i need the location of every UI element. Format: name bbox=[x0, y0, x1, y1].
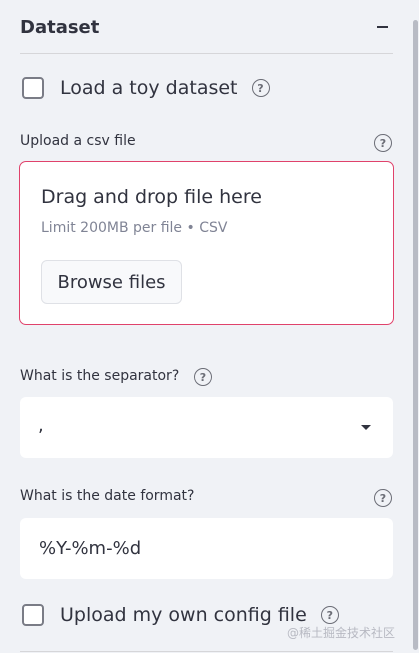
upload-help-icon[interactable]: ? bbox=[374, 134, 392, 152]
separator-label: What is the separator? bbox=[20, 368, 180, 384]
toy-dataset-label: Load a toy dataset bbox=[60, 77, 238, 99]
dropzone-title: Drag and drop file here bbox=[41, 186, 262, 208]
chevron-down-icon[interactable] bbox=[361, 425, 371, 430]
toy-dataset-checkbox[interactable] bbox=[22, 77, 44, 99]
date-format-label: What is the date format? bbox=[20, 488, 195, 504]
scrollbar[interactable] bbox=[413, 0, 419, 653]
own-config-checkbox[interactable] bbox=[22, 604, 44, 626]
toy-dataset-checkbox-row[interactable]: Load a toy dataset ? bbox=[22, 77, 270, 99]
sidebar-panel: Dataset Load a toy dataset ? Upload a cs… bbox=[0, 0, 409, 653]
watermark-text: @稀土掘金技术社区 bbox=[286, 626, 395, 640]
dataset-expander-header[interactable]: Dataset bbox=[20, 14, 393, 40]
own-config-help-icon[interactable]: ? bbox=[320, 606, 339, 624]
date-format-input[interactable] bbox=[20, 518, 393, 579]
scrollbar-thumb[interactable] bbox=[413, 20, 418, 650]
file-dropzone[interactable]: Drag and drop file here Limit 200MB per … bbox=[19, 161, 394, 325]
browse-files-button[interactable]: Browse files bbox=[41, 260, 182, 304]
separator-selected-value: , bbox=[38, 415, 44, 436]
header-divider bbox=[20, 53, 393, 54]
separator-select[interactable]: , bbox=[20, 397, 393, 458]
own-config-label: Upload my own config file bbox=[60, 604, 307, 626]
dropzone-limit: Limit 200MB per file • CSV bbox=[41, 220, 228, 236]
toy-dataset-help-icon[interactable]: ? bbox=[251, 79, 270, 97]
collapse-minus-icon[interactable] bbox=[373, 17, 393, 37]
separator-help-icon[interactable]: ? bbox=[194, 368, 212, 386]
date-format-help-icon[interactable]: ? bbox=[374, 489, 392, 507]
section-title: Dataset bbox=[20, 16, 100, 38]
own-config-checkbox-row[interactable]: Upload my own config file ? bbox=[22, 604, 339, 626]
bottom-divider bbox=[20, 651, 393, 652]
upload-label: Upload a csv file bbox=[20, 133, 136, 149]
